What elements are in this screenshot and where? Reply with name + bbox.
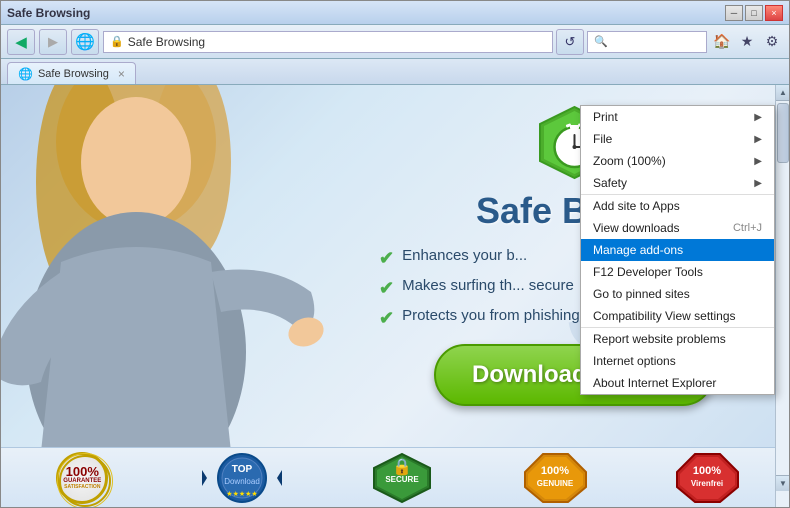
menu-item-add-site[interactable]: Add site to Apps	[581, 194, 774, 217]
menu-item-about-ie[interactable]: About Internet Explorer	[581, 372, 774, 394]
title-bar: Safe Browsing ─ □ ×	[1, 1, 789, 25]
menu-item-manage-addons[interactable]: Manage add-ons	[581, 239, 774, 261]
scroll-up-arrow[interactable]: ▲	[776, 85, 789, 101]
minimize-button[interactable]: ─	[725, 5, 743, 21]
menu-item-manage-addons-label: Manage add-ons	[593, 243, 683, 257]
badge-1-bottom: SATISFACTION	[64, 484, 100, 490]
menu-item-safety-label: Safety	[593, 176, 627, 190]
tab-title: Safe Browsing	[38, 68, 109, 80]
feature-text-2: Makes surfing th... secure	[402, 277, 574, 294]
check-icon-3: ✔	[379, 308, 394, 329]
active-tab[interactable]: 🌐 Safe Browsing ×	[7, 62, 136, 84]
menu-item-internet-options[interactable]: Internet options	[581, 350, 774, 372]
tab-bar: 🌐 Safe Browsing ×	[1, 59, 789, 85]
browser-title: Safe Browsing	[7, 6, 90, 20]
svg-text:100%: 100%	[541, 465, 569, 477]
menu-item-file-label: File	[593, 132, 612, 146]
menu-item-report[interactable]: Report website problems	[581, 327, 774, 350]
title-bar-left: Safe Browsing	[7, 6, 90, 20]
svg-text:GENUINE: GENUINE	[536, 479, 573, 488]
menu-item-f12-label: F12 Developer Tools	[593, 265, 703, 279]
address-bar[interactable]: 🔒 Safe Browsing	[103, 31, 553, 53]
svg-text:TOP: TOP	[232, 464, 253, 475]
address-bar-container: 🔒 Safe Browsing ↺ 🔍	[103, 29, 707, 55]
back-button[interactable]: ◀	[7, 29, 35, 55]
check-icon-2: ✔	[379, 278, 394, 299]
close-button[interactable]: ×	[765, 5, 783, 21]
toolbar: ◀ ▶ 🌐 🔒 Safe Browsing ↺ 🔍 🏠 ★ ⚙	[1, 25, 789, 59]
menu-arrow-safety: ▶	[754, 178, 762, 189]
badge-genuine: 100% GENUINE	[520, 453, 590, 503]
badge-guarantee: 100% GUARANTEE SATISFACTION	[47, 453, 117, 503]
menu-item-internet-options-label: Internet options	[593, 354, 676, 368]
tab-icon: 🌐	[18, 67, 33, 81]
restore-button[interactable]: □	[745, 5, 763, 21]
scroll-down-arrow[interactable]: ▼	[776, 475, 789, 491]
feature-text-1: Enhances your b...	[402, 247, 527, 264]
ie-logo: 🌐	[71, 29, 99, 55]
menu-item-add-site-label: Add site to Apps	[593, 199, 680, 213]
menu-item-f12[interactable]: F12 Developer Tools	[581, 261, 774, 283]
menu-item-safety[interactable]: Safety ▶	[581, 172, 774, 194]
browser-window: Safe Browsing ─ □ × ◀ ▶ 🌐 🔒 Safe Browsin…	[0, 0, 790, 508]
menu-item-view-downloads[interactable]: View downloads Ctrl+J	[581, 217, 774, 239]
scroll-thumb[interactable]	[777, 103, 789, 163]
svg-text:Virenfrei: Virenfrei	[691, 479, 723, 488]
forward-button[interactable]: ▶	[39, 29, 67, 55]
menu-item-go-to-pinned-label: Go to pinned sites	[593, 287, 690, 301]
menu-shortcut-downloads: Ctrl+J	[733, 222, 762, 234]
badge-virenfrei: 100% Virenfrei	[673, 453, 743, 503]
window-controls: ─ □ ×	[725, 5, 783, 21]
favorites-icon[interactable]: ★	[736, 31, 758, 53]
person-image	[1, 85, 331, 452]
svg-text:SECURE: SECURE	[386, 475, 420, 484]
menu-arrow-print: ▶	[754, 112, 762, 123]
menu-item-about-ie-label: About Internet Explorer	[593, 376, 716, 390]
menu-item-view-downloads-label: View downloads	[593, 221, 680, 235]
menu-item-print[interactable]: Print ▶	[581, 106, 774, 128]
menu-item-print-label: Print	[593, 110, 618, 124]
toolbar-right: 🏠 ★ ⚙	[711, 31, 783, 53]
content-area: SB	[1, 85, 789, 507]
menu-arrow-zoom: ▶	[754, 156, 762, 167]
badge-bar: 100% GUARANTEE SATISFACTION TOP Download	[1, 447, 789, 507]
menu-item-report-label: Report website problems	[593, 332, 726, 346]
svg-text:🔒: 🔒	[393, 458, 413, 476]
search-box[interactable]: 🔍	[587, 31, 707, 53]
webpage-background: SB	[1, 85, 789, 507]
scrollbar-right[interactable]: ▲ ▼	[775, 85, 789, 507]
context-menu: Print ▶ File ▶ Zoom (100%) ▶ Safety ▶ Ad…	[580, 105, 775, 395]
svg-text:100%: 100%	[693, 465, 721, 477]
home-icon[interactable]: 🏠	[711, 31, 733, 53]
badge-1: 100% GUARANTEE SATISFACTION	[56, 452, 108, 504]
badge-1-main: 100%	[66, 465, 99, 478]
refresh-button[interactable]: ↺	[556, 29, 584, 55]
menu-arrow-file: ▶	[754, 134, 762, 145]
menu-item-file[interactable]: File ▶	[581, 128, 774, 150]
search-icon: 🔍	[594, 35, 608, 48]
badge-top-download: TOP Download ★★★★★	[200, 453, 285, 503]
menu-item-compat-view[interactable]: Compatibility View settings	[581, 305, 774, 327]
svg-text:★★★★★: ★★★★★	[227, 490, 258, 498]
badge-secure: SECURE 🔒	[367, 453, 437, 503]
check-icon-1: ✔	[379, 248, 394, 269]
menu-item-compat-view-label: Compatibility View settings	[593, 309, 736, 323]
menu-item-zoom[interactable]: Zoom (100%) ▶	[581, 150, 774, 172]
address-text: Safe Browsing	[128, 35, 205, 49]
lock-icon: 🔒	[110, 35, 124, 48]
tab-close-button[interactable]: ×	[118, 67, 125, 81]
gear-icon[interactable]: ⚙	[761, 31, 783, 53]
menu-item-go-to-pinned[interactable]: Go to pinned sites	[581, 283, 774, 305]
svg-text:Download: Download	[225, 477, 261, 486]
menu-item-zoom-label: Zoom (100%)	[593, 154, 666, 168]
